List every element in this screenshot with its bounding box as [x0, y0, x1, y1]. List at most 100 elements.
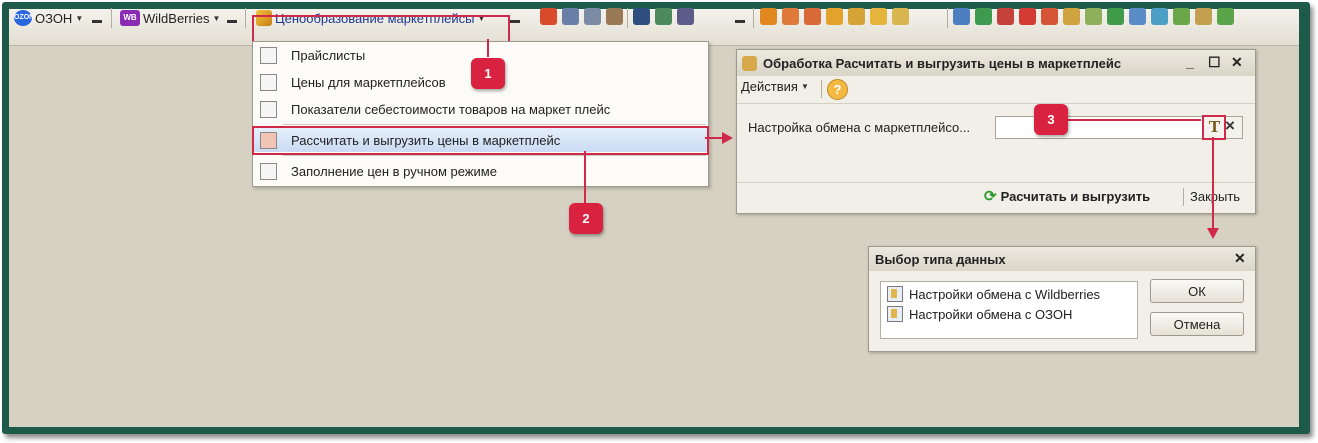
toolbar-separator — [111, 8, 112, 28]
close-icon[interactable]: ✕ — [1231, 54, 1243, 71]
document-icon[interactable] — [1129, 8, 1146, 25]
toolbar-separator — [1183, 188, 1184, 206]
menu-separator — [283, 124, 706, 125]
chevron-down-icon: ▼ — [75, 13, 84, 23]
document-icon[interactable] — [953, 8, 970, 25]
sales-icon[interactable] — [760, 8, 777, 25]
toolbar-separator — [821, 80, 822, 98]
add-icon[interactable] — [1173, 8, 1190, 25]
pricing-menu-highlight — [252, 15, 510, 43]
menu-item-manual-prices[interactable]: Заполнение цен в ручном режиме — [253, 159, 708, 183]
callout-line-3 — [1068, 119, 1201, 121]
wildberries-menu-button[interactable]: WB WildBerries ▼ — [120, 7, 220, 29]
exchange-icon[interactable] — [975, 8, 992, 25]
help-icon[interactable]: ? — [827, 79, 848, 100]
menu-item-highlight — [252, 126, 709, 155]
minimize-icon[interactable]: _ — [1186, 54, 1194, 70]
toolbar-icons-group-3 — [760, 8, 909, 25]
list-item-ozon[interactable]: Настройки обмена с ОЗОН — [887, 304, 1072, 324]
ozon-logo-icon: OZON — [14, 10, 34, 26]
menu-item-label: Цены для маркетплейсов — [291, 74, 446, 90]
actions-menu-button[interactable]: Действия ▼ — [741, 79, 809, 94]
exchange-icon[interactable] — [1019, 8, 1036, 25]
pricelist-icon — [260, 47, 277, 64]
type-list: Настройки обмена с Wildberries Настройки… — [880, 281, 1138, 339]
type-selection-dialog: Выбор типа данных ✕ Настройки обмена с W… — [868, 246, 1256, 352]
coins-icon[interactable] — [826, 8, 843, 25]
exchange-icon[interactable] — [1041, 8, 1058, 25]
close-icon[interactable]: ✕ — [1234, 250, 1246, 267]
coins-icon[interactable] — [1063, 8, 1080, 25]
refresh-icon[interactable] — [1151, 8, 1168, 25]
printer-icon[interactable] — [562, 8, 579, 25]
settings-doc-icon — [887, 306, 903, 322]
toolbar-separator — [947, 8, 948, 28]
tools-dropdown-icon[interactable] — [735, 20, 745, 23]
check-icon[interactable] — [1217, 8, 1234, 25]
chart-icon — [260, 74, 277, 91]
calculate-upload-button[interactable]: ⟳ Расчитать и выгрузить — [984, 187, 1150, 205]
sales-icon[interactable] — [804, 8, 821, 25]
menu-item-cost-indicators[interactable]: Показатели себестоимости товаров на марк… — [253, 97, 708, 121]
callout-badge-1: 1 — [471, 58, 505, 89]
divider — [737, 103, 1255, 104]
divider — [737, 182, 1255, 183]
processing-icon — [742, 55, 757, 71]
pricing-dropdown-icon[interactable] — [510, 20, 520, 23]
book-red-icon[interactable] — [540, 8, 557, 25]
cancel-button[interactable]: Отмена — [1150, 312, 1244, 336]
exchange-settings-label: Настройка обмена с маркетплейсо... — [748, 120, 971, 135]
list-item-label: Настройки обмена с Wildberries — [909, 286, 1101, 302]
sales-icon[interactable] — [782, 8, 799, 25]
ok-button[interactable]: ОК — [1150, 279, 1244, 303]
list-item-wildberries[interactable]: Настройки обмена с Wildberries — [887, 284, 1100, 304]
menu-item-label: Показатели себестоимости товаров на марк… — [291, 101, 611, 117]
close-button[interactable]: Закрыть — [1190, 189, 1240, 204]
exchange-icon[interactable] — [1107, 8, 1124, 25]
callout-line-1 — [487, 39, 489, 57]
wb-dropdown-icon[interactable] — [227, 20, 237, 23]
users-icon[interactable] — [633, 8, 650, 25]
arrow-down-icon — [1207, 228, 1219, 239]
table-icon[interactable] — [655, 8, 672, 25]
callout-badge-3: 3 — [1034, 104, 1068, 135]
type-dialog-titlebar: Выбор типа данных — [869, 247, 1255, 271]
printer-icon[interactable] — [584, 8, 601, 25]
coins-icon[interactable] — [848, 8, 865, 25]
chart-icon — [260, 101, 277, 118]
ozon-dropdown-icon[interactable] — [92, 20, 102, 23]
toolbar-icons-group-4 — [953, 8, 1234, 25]
chevron-down-icon: ▼ — [212, 13, 221, 23]
table-edit-icon — [260, 163, 277, 180]
callout-badge-2: 2 — [569, 203, 603, 234]
document-icon[interactable] — [997, 8, 1014, 25]
menu-item-label: Прайслисты — [291, 47, 366, 63]
ozon-menu-button[interactable]: OZON ОЗОН ▼ — [14, 7, 83, 29]
tools-icon[interactable] — [677, 8, 694, 25]
type-dialog-title: Выбор типа данных — [875, 251, 1006, 267]
maximize-icon[interactable]: ☐ — [1208, 54, 1221, 71]
callout-arrow-down-line — [1212, 137, 1214, 229]
wildberries-menu-label: WildBerries — [143, 10, 210, 26]
callout-line-2 — [584, 151, 586, 203]
calculate-upload-label: Расчитать и выгрузить — [1000, 188, 1151, 204]
toolbar-separator — [627, 8, 628, 28]
printer-icon[interactable] — [606, 8, 623, 25]
document-icon[interactable] — [1085, 8, 1102, 25]
processing-dialog-titlebar: Обработка Расчитать и выгрузить цены в м… — [737, 50, 1255, 76]
clear-icon[interactable]: × — [1225, 116, 1235, 136]
processing-dialog-title: Обработка Расчитать и выгрузить цены в м… — [763, 55, 1122, 71]
coins-icon[interactable] — [870, 8, 887, 25]
chevron-down-icon: ▼ — [800, 82, 809, 91]
wb-logo-icon: WB — [120, 10, 140, 26]
select-type-highlight — [1202, 115, 1226, 140]
settings-doc-icon — [887, 286, 903, 302]
ozon-menu-label: ОЗОН — [35, 10, 73, 26]
menu-separator — [283, 155, 706, 156]
list-item-label: Настройки обмена с ОЗОН — [909, 306, 1073, 322]
refresh-icon: ⟳ — [984, 188, 997, 205]
document-icon[interactable] — [1195, 8, 1212, 25]
actions-menu-label: Действия — [741, 79, 798, 94]
coins-icon[interactable] — [892, 8, 909, 25]
toolbar-separator — [245, 8, 246, 28]
